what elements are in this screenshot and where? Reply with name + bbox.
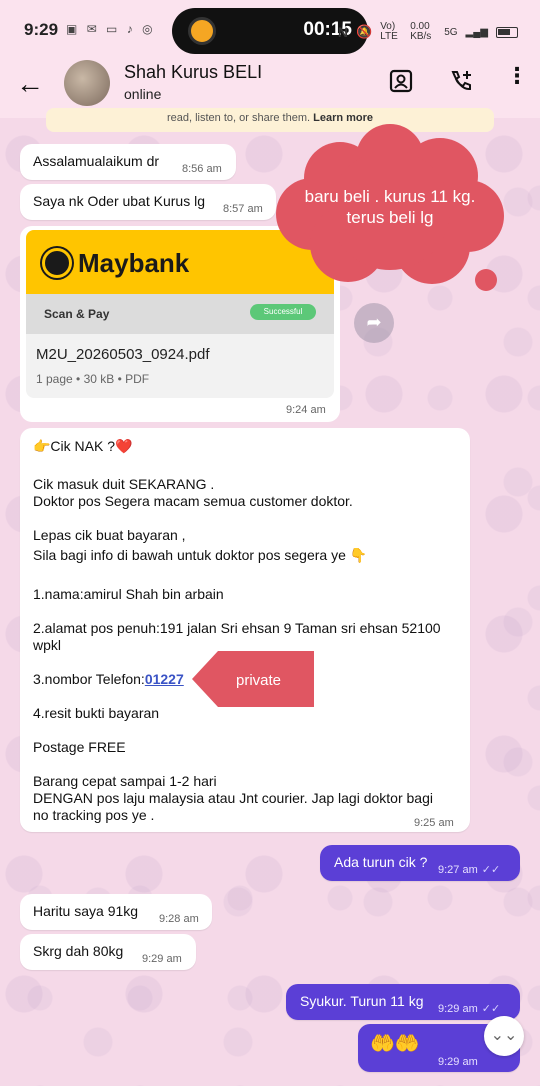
- contact-name[interactable]: Shah Kurus BELI: [124, 62, 262, 83]
- message-line: wpkl: [33, 637, 62, 653]
- time-text: 9:29 am: [438, 1003, 478, 1015]
- message-text: Haritu saya 91kg: [33, 903, 139, 919]
- timer-icon: [188, 17, 216, 45]
- message-bubble[interactable]: Skrg dah 80kg 9:29 am: [20, 934, 196, 970]
- phone-label: 3.nombor Telefon:: [33, 671, 145, 687]
- message-bubble[interactable]: Assalamualaikum dr 8:56 am: [20, 144, 236, 180]
- message-line: Postage FREE: [33, 739, 126, 755]
- scroll-down-icon[interactable]: ⌄⌄: [484, 1016, 524, 1056]
- time-text: 9:27 am: [438, 864, 478, 876]
- network-label: Vo) LTE: [380, 21, 398, 42]
- message-line: Doktor pos Segera macam semua customer d…: [33, 493, 353, 509]
- order-instructions-message[interactable]: 👉Cik NAK ?❤️ Cik masuk duit SEKARANG . D…: [20, 428, 470, 832]
- read-ticks-icon: ✓✓: [481, 1003, 501, 1015]
- message-time: 9:29 am: [142, 953, 182, 965]
- message-line: 2.alamat pos penuh:191 jalan Sri ehsan 9…: [33, 620, 441, 636]
- pdf-filename: M2U_20260503_0924.pdf: [36, 346, 210, 363]
- phone-link[interactable]: 01227: [145, 671, 184, 687]
- mute-icon: 🔕: [356, 24, 373, 39]
- message-time: 9:29 am ✓✓: [438, 1001, 500, 1018]
- scan-pay-label: Scan & Pay: [44, 307, 110, 321]
- tiger-emblem-icon: [42, 248, 72, 278]
- message-time: 8:57 am: [223, 203, 263, 215]
- message-text: 🤲🤲: [370, 1033, 420, 1055]
- message-text: Ada turun cik ?: [334, 854, 428, 870]
- message-line: Sila bagi info di bawah untuk doktor pos…: [33, 547, 368, 563]
- message-line: Barang cepat sampai 1-2 hari: [33, 773, 217, 789]
- message-line: no tracking pos ye .: [33, 807, 155, 823]
- message-time: 8:56 am: [182, 163, 222, 175]
- message-line: 1.nama:amirul Shah bin arbain: [33, 586, 224, 602]
- notification-icons: ▣ ✉ ▭ ♪ ◎: [66, 22, 156, 36]
- more-options-icon[interactable]: ⋮: [506, 65, 528, 87]
- avatar[interactable]: [64, 60, 110, 106]
- cloud-annotation-text: baru beli . kurus 11 kg. terus beli lg: [304, 187, 476, 227]
- signal-label: 5G: [444, 26, 458, 38]
- message-text: Assalamualaikum dr: [33, 153, 160, 169]
- message-bubble[interactable]: Saya nk Oder ubat Kurus lg 8:57 am: [20, 184, 276, 220]
- scan-pay-strip: Scan & Pay Successful: [26, 294, 334, 334]
- message-line: 4.resit bukti bayaran: [33, 705, 160, 721]
- status-time: 9:29: [24, 20, 59, 39]
- message-time: 9:25 am: [414, 817, 454, 829]
- message-line: Lepas cik buat bayaran ,: [33, 527, 186, 543]
- message-text: Saya nk Oder ubat Kurus lg: [33, 193, 205, 209]
- message-line: Cik masuk duit SEKARANG .: [33, 476, 215, 492]
- status-icons: N 🔕 Vo) LTE 0.00 KB/s 5G ▂▄▆: [338, 22, 518, 42]
- pdf-meta: 1 page • 30 kB • PDF: [36, 372, 150, 386]
- message-text: Syukur. Turun 11 kg: [300, 993, 424, 1009]
- status-bar: 9:29 ▣ ✉ ▭ ♪ ◎ 00:15 N 🔕 Vo) LTE 0.00 KB…: [0, 0, 540, 60]
- video-call-icon[interactable]: [388, 68, 414, 101]
- message-time: 9:24 am: [286, 404, 326, 416]
- contact-status: online: [124, 86, 162, 102]
- forward-icon[interactable]: ➦: [354, 303, 394, 343]
- outgoing-message[interactable]: Ada turun cik ? 9:27 am ✓✓: [320, 845, 520, 881]
- speed-label: 0.00 KB/s: [410, 21, 432, 42]
- message-time: 9:29 am: [438, 1056, 478, 1068]
- message-time: 9:27 am ✓✓: [438, 862, 500, 879]
- message-time: 9:28 am: [159, 913, 199, 925]
- battery-icon: [496, 26, 518, 38]
- message-text: Skrg dah 80kg: [33, 943, 124, 959]
- add-call-icon[interactable]: [448, 68, 474, 101]
- message-line: 👉Cik NAK ?❤️: [33, 438, 133, 454]
- read-ticks-icon: ✓✓: [481, 864, 501, 876]
- bank-name: Maybank: [78, 248, 190, 278]
- nfc-icon: N: [337, 24, 348, 40]
- success-badge: Successful: [250, 304, 316, 320]
- back-arrow-icon[interactable]: ←: [16, 68, 44, 100]
- message-line: DENGAN pos laju malaysia atau Jnt courie…: [33, 790, 433, 806]
- message-bubble[interactable]: Haritu saya 91kg 9:28 am: [20, 894, 212, 930]
- outgoing-message[interactable]: Syukur. Turun 11 kg 9:29 am ✓✓: [286, 984, 520, 1020]
- signal-icon: ▂▄▆: [465, 26, 488, 38]
- phone-line: 3.nombor Telefon:01227: [33, 671, 184, 688]
- redaction-tag-text: private: [236, 672, 282, 689]
